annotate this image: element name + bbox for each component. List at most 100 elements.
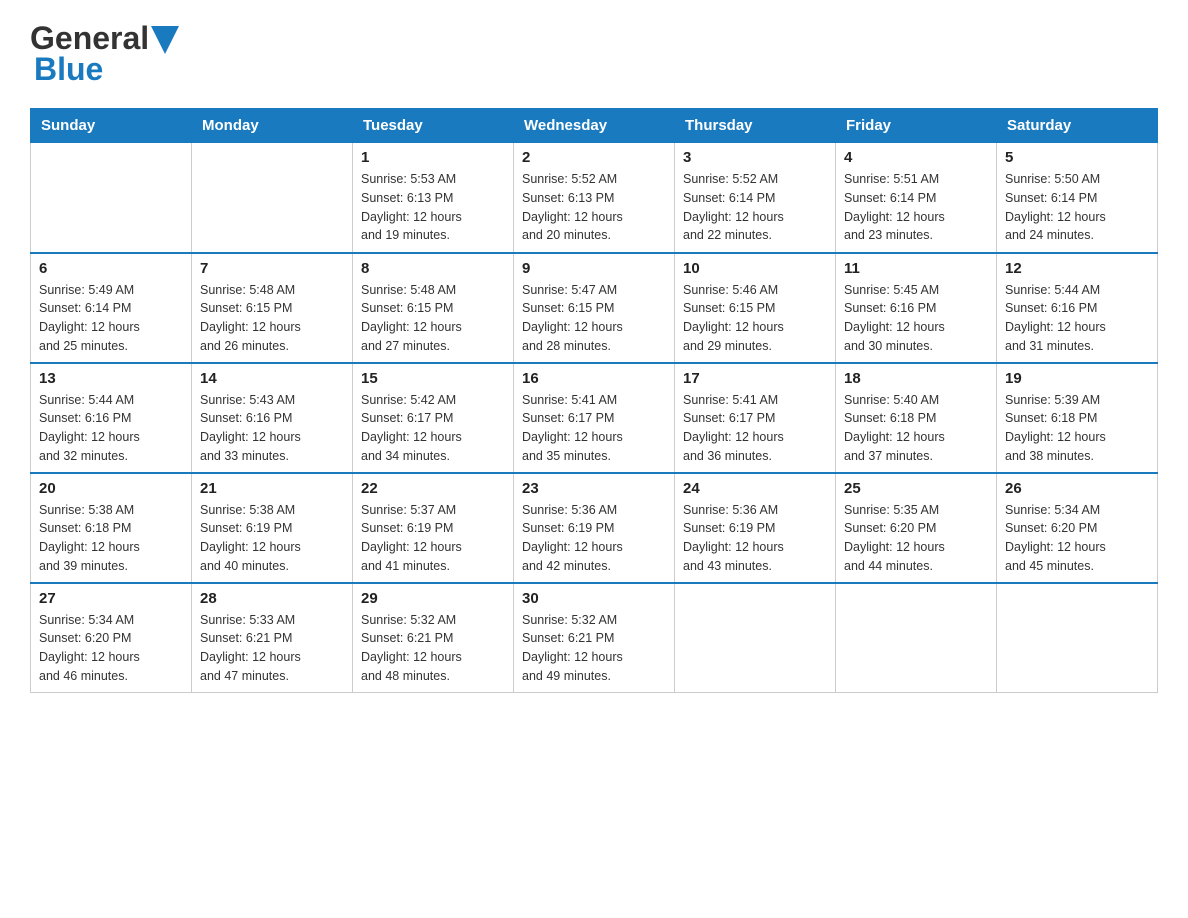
- day-info: Sunrise: 5:48 AMSunset: 6:15 PMDaylight:…: [200, 281, 344, 356]
- logo-blue-text: Blue: [34, 51, 103, 88]
- day-info: Sunrise: 5:44 AMSunset: 6:16 PMDaylight:…: [39, 391, 183, 466]
- day-number: 5: [1005, 149, 1149, 166]
- calendar-cell: [836, 583, 997, 693]
- calendar-cell: 29 Sunrise: 5:32 AMSunset: 6:21 PMDayligh…: [353, 583, 514, 693]
- day-number: 30: [522, 590, 666, 607]
- calendar-cell: 9Sunrise: 5:47 AMSunset: 6:15 PMDaylight…: [514, 253, 675, 363]
- day-info: Sunrise: 5:35 AMSunset: 6:20 PMDaylight:…: [844, 501, 988, 576]
- day-number: 14: [200, 370, 344, 387]
- calendar-header-row: SundayMondayTuesdayWednesdayThursdayFrid…: [31, 109, 1158, 143]
- day-number: 29: [361, 590, 505, 607]
- calendar-cell: 26Sunrise: 5:34 AMSunset: 6:20 PMDayligh…: [997, 473, 1158, 583]
- day-number: 4: [844, 149, 988, 166]
- logo: General Blue: [30, 20, 179, 88]
- calendar-cell: 3 Sunrise: 5:52 AMSunset: 6:14 PMDaylight…: [675, 143, 836, 253]
- calendar-cell: 17 Sunrise: 5:41 AMSunset: 6:17 PMDayligh…: [675, 363, 836, 473]
- calendar-cell: 4 Sunrise: 5:51 AMSunset: 6:14 PMDaylight…: [836, 143, 997, 253]
- day-info: Sunrise: 5:34 AMSunset: 6:20 PMDaylight:…: [39, 611, 183, 686]
- day-number: 20: [39, 480, 183, 497]
- day-info: Sunrise: 5:32 AMSunset: 6:21 PMDaylight:…: [361, 611, 505, 686]
- calendar-week-row: 6Sunrise: 5:49 AMSunset: 6:14 PMDaylight…: [31, 253, 1158, 363]
- day-info: Sunrise: 5:39 AMSunset: 6:18 PMDaylight:…: [1005, 391, 1149, 466]
- day-header-friday: Friday: [836, 109, 997, 143]
- day-info: Sunrise: 5:42 AMSunset: 6:17 PMDaylight:…: [361, 391, 505, 466]
- calendar-table: SundayMondayTuesdayWednesdayThursdayFrid…: [30, 108, 1158, 693]
- day-info: Sunrise: 5:45 AMSunset: 6:16 PMDaylight:…: [844, 281, 988, 356]
- day-number: 10: [683, 260, 827, 277]
- day-info: Sunrise: 5:51 AMSunset: 6:14 PMDaylight:…: [844, 170, 988, 245]
- calendar-cell: 15 Sunrise: 5:42 AMSunset: 6:17 PMDayligh…: [353, 363, 514, 473]
- calendar-cell: 23 Sunrise: 5:36 AMSunset: 6:19 PMDayligh…: [514, 473, 675, 583]
- day-info: Sunrise: 5:41 AMSunset: 6:17 PMDaylight:…: [683, 391, 827, 466]
- calendar-cell: 5 Sunrise: 5:50 AMSunset: 6:14 PMDaylight…: [997, 143, 1158, 253]
- calendar-cell: 6Sunrise: 5:49 AMSunset: 6:14 PMDaylight…: [31, 253, 192, 363]
- day-number: 26: [1005, 480, 1149, 497]
- day-info: Sunrise: 5:36 AMSunset: 6:19 PMDaylight:…: [522, 501, 666, 576]
- day-info: Sunrise: 5:49 AMSunset: 6:14 PMDaylight:…: [39, 281, 183, 356]
- day-info: Sunrise: 5:52 AMSunset: 6:13 PMDaylight:…: [522, 170, 666, 245]
- day-info: Sunrise: 5:43 AMSunset: 6:16 PMDaylight:…: [200, 391, 344, 466]
- calendar-cell: 18Sunrise: 5:40 AMSunset: 6:18 PMDayligh…: [836, 363, 997, 473]
- day-info: Sunrise: 5:33 AMSunset: 6:21 PMDaylight:…: [200, 611, 344, 686]
- day-info: Sunrise: 5:44 AMSunset: 6:16 PMDaylight:…: [1005, 281, 1149, 356]
- day-number: 11: [844, 260, 988, 277]
- calendar-cell: 14 Sunrise: 5:43 AMSunset: 6:16 PMDayligh…: [192, 363, 353, 473]
- day-number: 7: [200, 260, 344, 277]
- day-info: Sunrise: 5:32 AMSunset: 6:21 PMDaylight:…: [522, 611, 666, 686]
- calendar-cell: 22Sunrise: 5:37 AMSunset: 6:19 PMDayligh…: [353, 473, 514, 583]
- calendar-cell: 11 Sunrise: 5:45 AMSunset: 6:16 PMDayligh…: [836, 253, 997, 363]
- calendar-cell: 24Sunrise: 5:36 AMSunset: 6:19 PMDayligh…: [675, 473, 836, 583]
- day-number: 21: [200, 480, 344, 497]
- calendar-cell: [31, 143, 192, 253]
- day-number: 24: [683, 480, 827, 497]
- calendar-cell: 19 Sunrise: 5:39 AMSunset: 6:18 PMDayligh…: [997, 363, 1158, 473]
- calendar-week-row: 27 Sunrise: 5:34 AMSunset: 6:20 PMDayligh…: [31, 583, 1158, 693]
- calendar-week-row: 1 Sunrise: 5:53 AMSunset: 6:13 PMDaylight…: [31, 143, 1158, 253]
- calendar-cell: 28Sunrise: 5:33 AMSunset: 6:21 PMDayligh…: [192, 583, 353, 693]
- day-number: 2: [522, 149, 666, 166]
- day-number: 12: [1005, 260, 1149, 277]
- day-number: 23: [522, 480, 666, 497]
- day-number: 3: [683, 149, 827, 166]
- day-info: Sunrise: 5:53 AMSunset: 6:13 PMDaylight:…: [361, 170, 505, 245]
- day-header-sunday: Sunday: [31, 109, 192, 143]
- day-number: 9: [522, 260, 666, 277]
- calendar-cell: 2 Sunrise: 5:52 AMSunset: 6:13 PMDaylight…: [514, 143, 675, 253]
- calendar-cell: [675, 583, 836, 693]
- day-number: 1: [361, 149, 505, 166]
- calendar-cell: 12 Sunrise: 5:44 AMSunset: 6:16 PMDayligh…: [997, 253, 1158, 363]
- calendar-cell: [192, 143, 353, 253]
- day-info: Sunrise: 5:46 AMSunset: 6:15 PMDaylight:…: [683, 281, 827, 356]
- day-info: Sunrise: 5:38 AMSunset: 6:18 PMDaylight:…: [39, 501, 183, 576]
- calendar-week-row: 20 Sunrise: 5:38 AMSunset: 6:18 PMDayligh…: [31, 473, 1158, 583]
- day-info: Sunrise: 5:50 AMSunset: 6:14 PMDaylight:…: [1005, 170, 1149, 245]
- logo-triangle-icon: [151, 26, 179, 54]
- calendar-cell: 30 Sunrise: 5:32 AMSunset: 6:21 PMDayligh…: [514, 583, 675, 693]
- calendar-cell: 1 Sunrise: 5:53 AMSunset: 6:13 PMDaylight…: [353, 143, 514, 253]
- day-info: Sunrise: 5:38 AMSunset: 6:19 PMDaylight:…: [200, 501, 344, 576]
- day-number: 19: [1005, 370, 1149, 387]
- day-header-saturday: Saturday: [997, 109, 1158, 143]
- day-header-wednesday: Wednesday: [514, 109, 675, 143]
- day-header-monday: Monday: [192, 109, 353, 143]
- day-info: Sunrise: 5:52 AMSunset: 6:14 PMDaylight:…: [683, 170, 827, 245]
- day-number: 17: [683, 370, 827, 387]
- calendar-cell: [997, 583, 1158, 693]
- day-number: 8: [361, 260, 505, 277]
- day-number: 25: [844, 480, 988, 497]
- calendar-cell: 21 Sunrise: 5:38 AMSunset: 6:19 PMDayligh…: [192, 473, 353, 583]
- calendar-cell: 7 Sunrise: 5:48 AMSunset: 6:15 PMDaylight…: [192, 253, 353, 363]
- calendar-cell: 13 Sunrise: 5:44 AMSunset: 6:16 PMDayligh…: [31, 363, 192, 473]
- day-header-thursday: Thursday: [675, 109, 836, 143]
- day-info: Sunrise: 5:48 AMSunset: 6:15 PMDaylight:…: [361, 281, 505, 356]
- calendar-cell: 25 Sunrise: 5:35 AMSunset: 6:20 PMDayligh…: [836, 473, 997, 583]
- calendar-week-row: 13 Sunrise: 5:44 AMSunset: 6:16 PMDayligh…: [31, 363, 1158, 473]
- day-header-tuesday: Tuesday: [353, 109, 514, 143]
- day-number: 15: [361, 370, 505, 387]
- day-number: 13: [39, 370, 183, 387]
- day-info: Sunrise: 5:41 AMSunset: 6:17 PMDaylight:…: [522, 391, 666, 466]
- calendar-cell: 16Sunrise: 5:41 AMSunset: 6:17 PMDayligh…: [514, 363, 675, 473]
- page-header: General Blue: [30, 20, 1158, 88]
- day-number: 27: [39, 590, 183, 607]
- calendar-cell: 20 Sunrise: 5:38 AMSunset: 6:18 PMDayligh…: [31, 473, 192, 583]
